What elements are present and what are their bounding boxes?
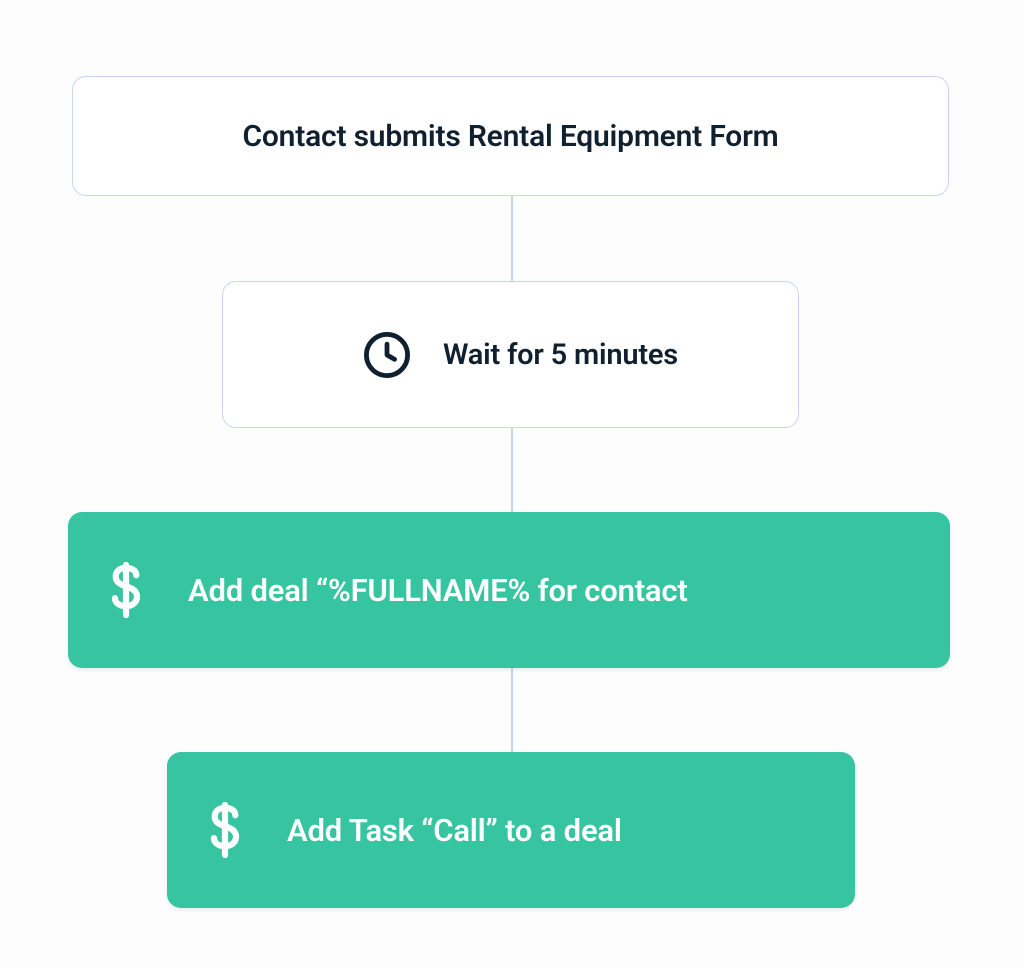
trigger-label: Contact submits Rental Equipment Form <box>242 119 778 154</box>
workflow-canvas: Contact submits Rental Equipment Form Wa… <box>0 0 1024 968</box>
dollar-icon <box>108 562 144 618</box>
connector <box>511 196 513 281</box>
connector <box>511 428 513 512</box>
trigger-node[interactable]: Contact submits Rental Equipment Form <box>72 76 949 196</box>
dollar-icon <box>207 802 243 858</box>
add-deal-step-node[interactable]: Add deal “%FULLNAME% for contact <box>68 512 950 668</box>
add-task-step-node[interactable]: Add Task “Call” to a deal <box>167 752 855 908</box>
clock-icon <box>361 329 413 381</box>
wait-step-node[interactable]: Wait for 5 minutes <box>222 281 799 428</box>
add-task-step-label: Add Task “Call” to a deal <box>287 812 622 849</box>
connector <box>511 668 513 752</box>
add-deal-step-label: Add deal “%FULLNAME% for contact <box>188 572 688 609</box>
wait-step-label: Wait for 5 minutes <box>443 338 678 372</box>
